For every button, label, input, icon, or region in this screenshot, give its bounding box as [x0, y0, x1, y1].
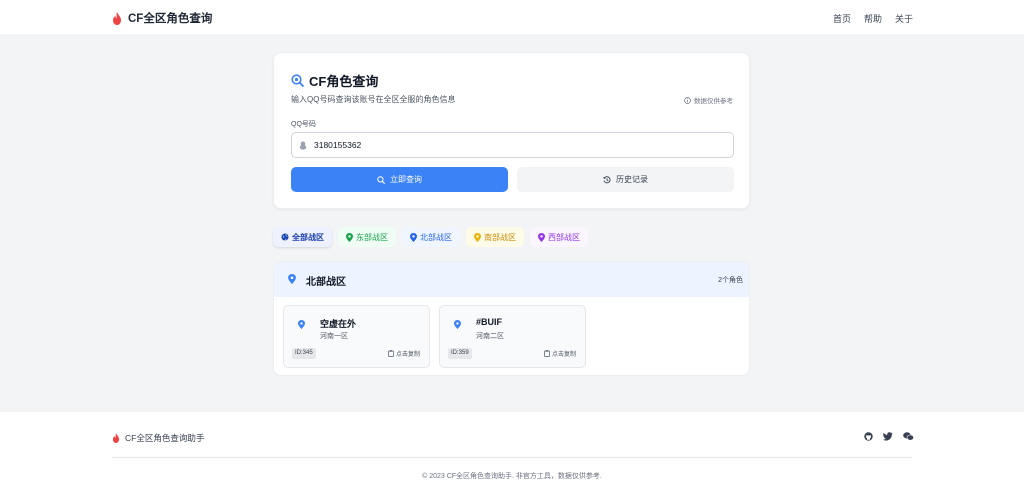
location-pin-icon — [410, 232, 417, 242]
zone-tabs: 全部战区 东部战区 北部战区 南部战区 西部战区 — [273, 227, 588, 247]
location-pin-icon — [298, 320, 305, 329]
tab-north-zone[interactable]: 北部战区 — [402, 227, 460, 247]
query-button-label: 立即查询 — [390, 175, 422, 184]
search-magnify-icon — [291, 74, 304, 87]
results-zone-title: 北部战区 — [306, 277, 346, 288]
copy-button[interactable]: 点击复制 — [544, 349, 576, 358]
location-pin-icon — [474, 232, 481, 242]
role-name: 空虚在外 — [320, 319, 357, 329]
copy-button[interactable]: 点击复制 — [388, 349, 420, 358]
qq-penguin-icon — [299, 140, 307, 150]
copy-button-label: 点击复制 — [395, 352, 420, 358]
location-pin-icon — [288, 274, 296, 284]
role-card[interactable]: #BUIF 河南二区 ID:359 点击复制 — [439, 305, 586, 368]
tab-east-zone[interactable]: 东部战区 — [338, 227, 396, 247]
qq-field-label: QQ号码 — [291, 121, 316, 128]
nav-home-link[interactable]: 首页 — [833, 12, 851, 25]
copy-button-label: 点击复制 — [551, 352, 576, 358]
twitter-icon[interactable] — [883, 432, 893, 441]
page-title: CF角色查询 — [309, 74, 379, 89]
tab-all-zones[interactable]: 全部战区 — [273, 227, 332, 247]
data-note: 数据仅供参考 — [684, 95, 733, 105]
results-panel: 北部战区 2个角色 空虚在外 河南一区 ID:345 点击复制 #BUIF 河南… — [273, 261, 750, 376]
page-footer: CF全区角色查询助手 © 2023 CF全区角色查询助手. 非官方工具，数据仅供… — [0, 412, 1024, 498]
query-button[interactable]: 立即查询 — [291, 167, 508, 192]
data-note-text: 数据仅供参考 — [694, 98, 733, 105]
results-header: 北部战区 2个角色 — [274, 262, 749, 297]
location-pin-icon — [454, 320, 461, 329]
nav-help-link[interactable]: 帮助 — [864, 12, 882, 25]
tab-east-label: 东部战区 — [356, 232, 388, 242]
card-subtitle: 输入QQ号码查询该账号在全区全服的角色信息 — [291, 95, 456, 104]
tab-west-zone[interactable]: 西部战区 — [530, 227, 588, 247]
globe-icon — [281, 233, 289, 241]
flame-icon — [112, 433, 120, 443]
results-count: 2个角色 — [718, 277, 743, 284]
history-button-label: 历史记录 — [616, 175, 648, 184]
tab-south-label: 南部战区 — [484, 232, 516, 242]
tab-north-label: 北部战区 — [420, 232, 452, 242]
card-title: CF角色查询 — [291, 71, 378, 90]
history-button[interactable]: 历史记录 — [517, 167, 734, 192]
history-icon — [603, 175, 611, 183]
clipboard-icon — [388, 350, 394, 357]
nav-about-link[interactable]: 关于 — [895, 12, 913, 25]
role-server: 河南二区 — [476, 333, 504, 340]
search-icon — [377, 175, 385, 184]
location-pin-icon — [538, 232, 545, 242]
search-card: CF角色查询 输入QQ号码查询该账号在全区全服的角色信息 数据仅供参考 QQ号码… — [273, 52, 750, 209]
role-id-badge: ID:345 — [292, 348, 316, 359]
qq-input[interactable]: 3180155362 — [291, 132, 734, 158]
clipboard-icon — [544, 350, 550, 357]
wechat-icon[interactable] — [903, 432, 914, 441]
footer-copyright: © 2023 CF全区角色查询助手. 非官方工具，数据仅供参考. — [422, 473, 602, 480]
top-header: CF全区角色查询 首页 帮助 关于 — [0, 0, 1024, 34]
role-name: #BUIF — [476, 317, 503, 327]
role-server: 河南一区 — [320, 333, 348, 340]
tab-south-zone[interactable]: 南部战区 — [466, 227, 524, 247]
qq-input-value[interactable]: 3180155362 — [314, 140, 361, 150]
role-card[interactable]: 空虚在外 河南一区 ID:345 点击复制 — [283, 305, 430, 368]
tab-west-label: 西部战区 — [548, 232, 580, 242]
footer-brand-text: CF全区角色查询助手 — [125, 433, 205, 443]
brand-title: CF全区角色查询 — [128, 13, 213, 25]
location-pin-icon — [346, 232, 353, 242]
brand[interactable]: CF全区角色查询 — [112, 10, 212, 26]
footer-divider — [112, 457, 912, 458]
info-icon — [684, 96, 691, 104]
flame-icon — [113, 11, 121, 25]
footer-brand: CF全区角色查询助手 — [112, 432, 204, 444]
role-id-badge: ID:359 — [448, 348, 472, 359]
tab-all-label: 全部战区 — [292, 232, 324, 242]
github-icon[interactable] — [864, 432, 873, 441]
social-links — [864, 432, 914, 441]
top-nav: 首页 帮助 关于 — [833, 12, 913, 25]
